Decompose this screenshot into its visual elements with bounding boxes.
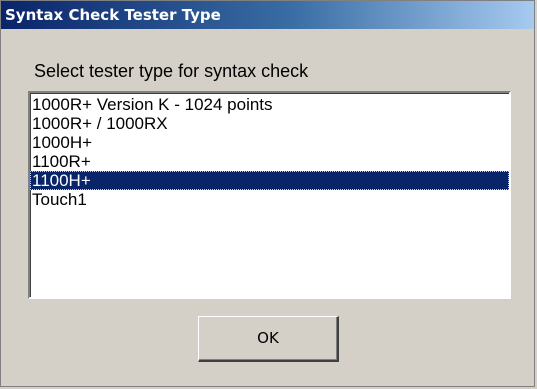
syntax-check-tester-type-dialog: Syntax Check Tester Type Select tester t… xyxy=(0,0,535,387)
dialog-title[interactable]: Syntax Check Tester Type xyxy=(1,1,534,29)
list-item-1100r[interactable]: 1100R+ xyxy=(30,152,509,171)
list-item-touch1[interactable]: Touch1 xyxy=(30,190,509,209)
list-item-1000r-1000rx[interactable]: 1000R+ / 1000RX xyxy=(30,114,509,133)
tester-type-listbox[interactable]: 1000R+ Version K - 1024 points 1000R+ / … xyxy=(28,91,511,299)
list-item-1000h[interactable]: 1000H+ xyxy=(30,133,509,152)
prompt-label: Select tester type for syntax check xyxy=(34,61,309,81)
list-item-1100h-selected[interactable]: 1100H+ xyxy=(30,171,509,190)
list-item-1000r-version-k[interactable]: 1000R+ Version K - 1024 points xyxy=(30,95,509,114)
ok-button[interactable]: OK xyxy=(198,316,339,362)
